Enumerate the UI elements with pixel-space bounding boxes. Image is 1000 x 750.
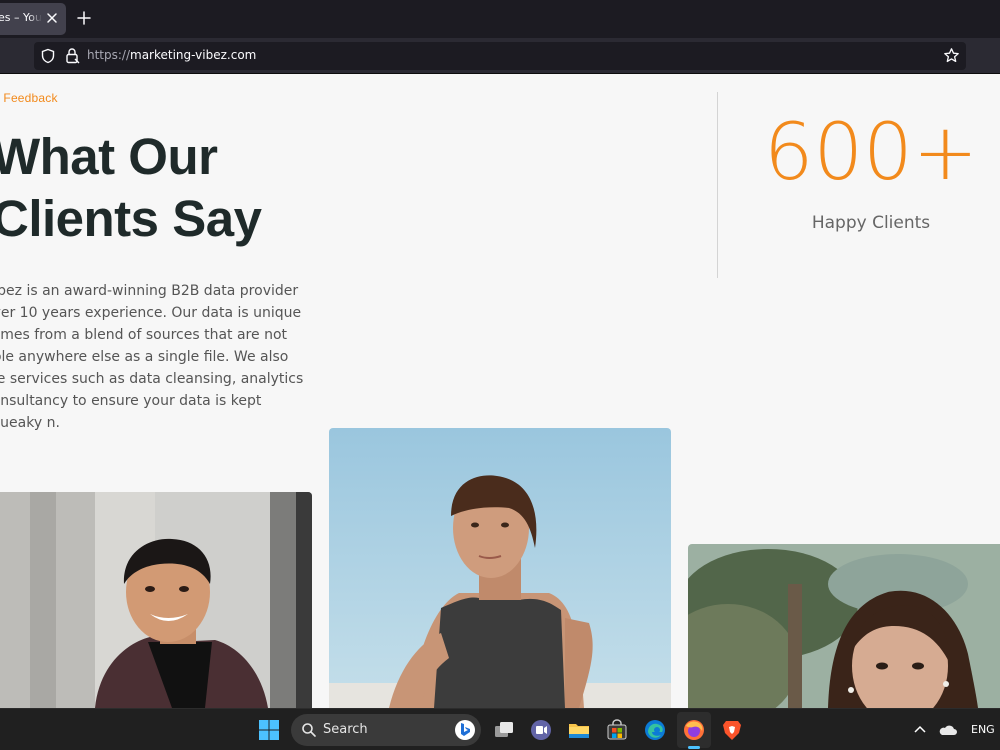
task-view-icon[interactable] [492,718,516,742]
taskbar-search[interactable]: Search [291,714,481,746]
browser-tab[interactable]: es – Your [0,3,66,35]
bing-icon[interactable] [454,719,476,741]
tab-bar: es – Your [0,0,1000,38]
address-bar[interactable]: https://marketing-vibez.com [34,42,966,70]
star-icon[interactable] [943,47,960,64]
active-indicator [688,746,700,749]
stat-number: 600+ [763,108,979,198]
store-icon[interactable] [605,718,629,742]
brave-icon[interactable] [720,718,744,742]
url-host: marketing-vibez.com [130,48,257,62]
title-line-1: What Our [0,128,218,185]
client-photo-woman-athlete [329,428,671,708]
edge-icon[interactable] [643,718,667,742]
taskbar: Search ENG [0,708,1000,750]
section-eyebrow: e Feedback [0,91,58,105]
lock-icon[interactable] [64,47,80,64]
nav-bar: https://marketing-vibez.com [0,38,1000,74]
intro-paragraph: Vibez is an award-winning B2B data provi… [0,283,304,431]
shield-icon[interactable] [40,48,56,64]
close-icon[interactable] [44,10,60,26]
tab-title: es – Your [0,11,42,24]
client-photo-man [0,492,312,708]
stat-label: Happy Clients [811,213,931,233]
search-label: Search [323,722,368,737]
page-title: What Our Clients Say [0,126,322,250]
chevron-up-icon[interactable] [912,722,928,738]
teams-icon[interactable] [529,718,553,742]
client-photo-woman [688,544,1000,708]
search-icon [302,723,316,737]
onedrive-icon[interactable] [938,720,958,740]
webpage: e Feedback What Our Clients Say Vibez is… [0,74,1000,708]
url-scheme: https:// [87,48,131,62]
vertical-divider [717,92,718,278]
windows-start-icon[interactable] [257,718,281,742]
language-indicator[interactable]: ENG [971,723,995,736]
url-text[interactable]: https://marketing-vibez.com [87,48,256,62]
file-explorer-icon[interactable] [567,718,591,742]
title-line-2: Clients Say [0,190,262,247]
firefox-icon[interactable] [682,718,706,742]
plus-icon[interactable] [76,10,92,26]
